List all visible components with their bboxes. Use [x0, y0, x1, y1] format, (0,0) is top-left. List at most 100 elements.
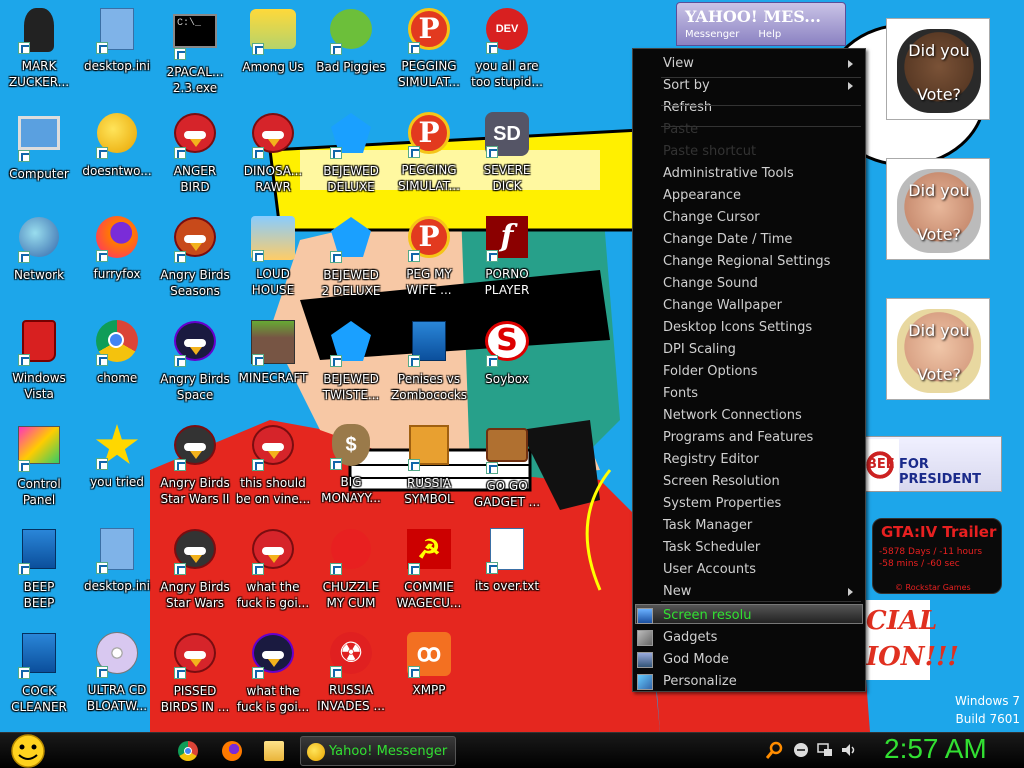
search-icon[interactable] [765, 741, 784, 759]
wallpaper-text-1: CIAL [866, 606, 938, 636]
context-menu-item[interactable]: Refresh [663, 97, 863, 119]
desktop-icon[interactable]: ☭ COMMIE WAGECU... [390, 526, 468, 626]
desktop-icon[interactable]: Computer [0, 110, 78, 210]
god-mode-icon [637, 652, 653, 668]
start-button[interactable] [6, 733, 46, 768]
context-menu-item[interactable]: Screen resolu [637, 605, 863, 627]
yahoo-menu-help[interactable]: Help [758, 29, 781, 40]
context-menu-item[interactable]: Desktop Icons Settings [663, 317, 863, 339]
context-menu-item[interactable]: Network Connections [663, 405, 863, 427]
context-menu-item[interactable]: Folder Options [663, 361, 863, 383]
desktop-icon[interactable]: C:\_ 2PACAL... 2.3.exe [156, 6, 234, 106]
context-menu-item[interactable]: Personalize [637, 671, 863, 693]
desktop-icon[interactable]: BEJEWED TWISTE... [312, 318, 390, 418]
context-menu-item[interactable]: Change Cursor [663, 207, 863, 229]
context-menu-item[interactable]: Screen Resolution [663, 471, 863, 493]
context-menu-item[interactable]: Registry Editor [663, 449, 863, 471]
desktop-icon[interactable]: Angry Birds Star Wars II [156, 422, 234, 522]
gta-countdown-gadget[interactable]: GTA:IV Trailer -5878 Days / -11 hours -5… [872, 518, 1002, 594]
context-menu-item[interactable]: User Accounts [663, 559, 863, 581]
desktop-icon[interactable]: COCK CLEANER [0, 630, 78, 730]
context-menu-item[interactable]: Fonts [663, 383, 863, 405]
shortcut-arrow-icon [252, 563, 264, 575]
desktop-icon[interactable]: f PORNO PLAYER [468, 214, 546, 314]
desktop-icon[interactable]: DEV you all are too stupid... [468, 6, 546, 106]
context-menu-item[interactable]: Change Regional Settings [663, 251, 863, 273]
desktop-icon[interactable]: furryfox [78, 214, 156, 314]
context-menu-item[interactable]: Change Sound [663, 273, 863, 295]
desktop-icon[interactable]: desktop.ini [78, 526, 156, 626]
context-menu-item[interactable]: Administrative Tools [663, 163, 863, 185]
minus-circle-icon[interactable] [792, 741, 810, 759]
context-menu-item[interactable]: God Mode [637, 649, 863, 671]
context-menu-item[interactable]: Gadgets [637, 627, 863, 649]
context-menu-item[interactable]: Change Date / Time [663, 229, 863, 251]
context-menu-item[interactable]: System Properties [663, 493, 863, 515]
wallpaper-text-2: ION!!! [866, 642, 959, 672]
desktop-icon[interactable]: S Soybox [468, 318, 546, 418]
context-menu-item[interactable]: DPI Scaling [663, 339, 863, 361]
desktop-icon[interactable]: BEEP BEEP [0, 526, 78, 626]
context-menu-item[interactable]: New [663, 581, 863, 603]
desktop-icon[interactable]: P PEG MY WIFE ... [390, 214, 468, 314]
yahoo-smiley-icon [307, 743, 325, 761]
firefox-taskbar-icon[interactable] [222, 741, 242, 761]
desktop-icon[interactable]: DINOSA... RAWR [234, 110, 312, 210]
desktop-icon[interactable]: ☢ RUSSIA INVADES ... [312, 630, 390, 730]
desktop-icon[interactable]: ULTRA CD BLOATW... [78, 630, 156, 730]
yahoo-messenger-window[interactable]: YAHOO! MES... Messenger Help [676, 2, 846, 46]
desktop-icon[interactable]: Angry Birds Space [156, 318, 234, 418]
context-menu-item[interactable]: Appearance [663, 185, 863, 207]
desktop-icon[interactable]: MARK ZUCKER... [0, 6, 78, 106]
desktop-icon[interactable]: Windows Vista [0, 318, 78, 418]
desktop-icon[interactable]: Angry Birds Seasons [156, 214, 234, 314]
desktop-icon[interactable]: Angry Birds Star Wars [156, 526, 234, 626]
chrome-taskbar-icon[interactable] [178, 741, 198, 761]
desktop-icon[interactable]: BEJEWED DELUXE [312, 110, 390, 210]
context-menu-item[interactable]: Programs and Features [663, 427, 863, 449]
desktop-icon[interactable]: P PEGGING SIMULAT... [390, 6, 468, 106]
taskbar-clock[interactable]: 2:57 AM [884, 733, 987, 768]
context-menu-item[interactable]: Task Scheduler [663, 537, 863, 559]
desktop-icon[interactable]: chome [78, 318, 156, 418]
desktop-icon[interactable]: Network [0, 214, 78, 314]
network-tray-icon[interactable] [816, 741, 834, 759]
desktop-icon[interactable]: PISSED BIRDS IN ... [156, 630, 234, 730]
context-menu-item-label: User Accounts [663, 562, 757, 577]
desktop-icon[interactable]: $ BIG MONAYY... [312, 422, 390, 522]
desktop-icon[interactable]: you tried [78, 422, 156, 522]
desktop-icon[interactable]: BEJEWED 2 DELUXE [312, 214, 390, 314]
desktop-icon[interactable]: Penises vs Zombococks [390, 318, 468, 418]
desktop-icon[interactable]: GO GO GADGET ... [468, 422, 546, 522]
shortcut-arrow-icon [18, 150, 30, 162]
desktop-icon[interactable]: LOUD HOUSE [234, 214, 312, 314]
context-menu-item-label: Refresh [663, 100, 713, 115]
desktop-icon[interactable]: what the fuck is goi... [234, 526, 312, 626]
context-menu-item[interactable]: Sort by [663, 75, 863, 97]
explorer-taskbar-icon[interactable] [264, 741, 284, 761]
blue-folder-icon [16, 529, 62, 575]
desktop-icon[interactable]: Among Us [234, 6, 312, 106]
context-menu-item[interactable]: Task Manager [663, 515, 863, 537]
taskbar-yahoo-messenger[interactable]: Yahoo! Messenger [300, 736, 456, 766]
desktop-icon[interactable]: what the fuck is goi... [234, 630, 312, 730]
desktop-icon[interactable]: this should be on vine... [234, 422, 312, 522]
desktop-icon[interactable]: SD SEVERE DICK [468, 110, 546, 210]
volume-icon[interactable] [840, 741, 858, 759]
desktop-icon[interactable]: CHUZZLE MY CUM [312, 526, 390, 626]
desktop-icon[interactable]: Bad Piggies [312, 6, 390, 106]
desktop-icon[interactable]: P PEGGING SIMULAT... [390, 110, 468, 210]
desktop-icon[interactable]: ꝏ XMPP [390, 630, 468, 730]
desktop-icon[interactable]: Control Panel [0, 422, 78, 522]
angry-birds-star-wars-icon [172, 425, 218, 471]
yahoo-menu-messenger[interactable]: Messenger [685, 29, 739, 40]
desktop[interactable]: CIAL ION!!! MARK ZUCKER... desktop.ini C:\… [0, 0, 1024, 732]
context-menu-item[interactable]: Change Wallpaper [663, 295, 863, 317]
desktop-icon[interactable]: doesntwo... [78, 110, 156, 210]
desktop-icon[interactable]: MINECRAFT [234, 318, 312, 418]
desktop-icon[interactable]: RUSSIA SYMBOL [390, 422, 468, 522]
desktop-icon[interactable]: its over.txt [468, 526, 546, 626]
context-menu-item[interactable]: View [663, 53, 863, 75]
desktop-icon[interactable]: desktop.ini [78, 6, 156, 106]
desktop-icon[interactable]: ANGER BIRD [156, 110, 234, 210]
